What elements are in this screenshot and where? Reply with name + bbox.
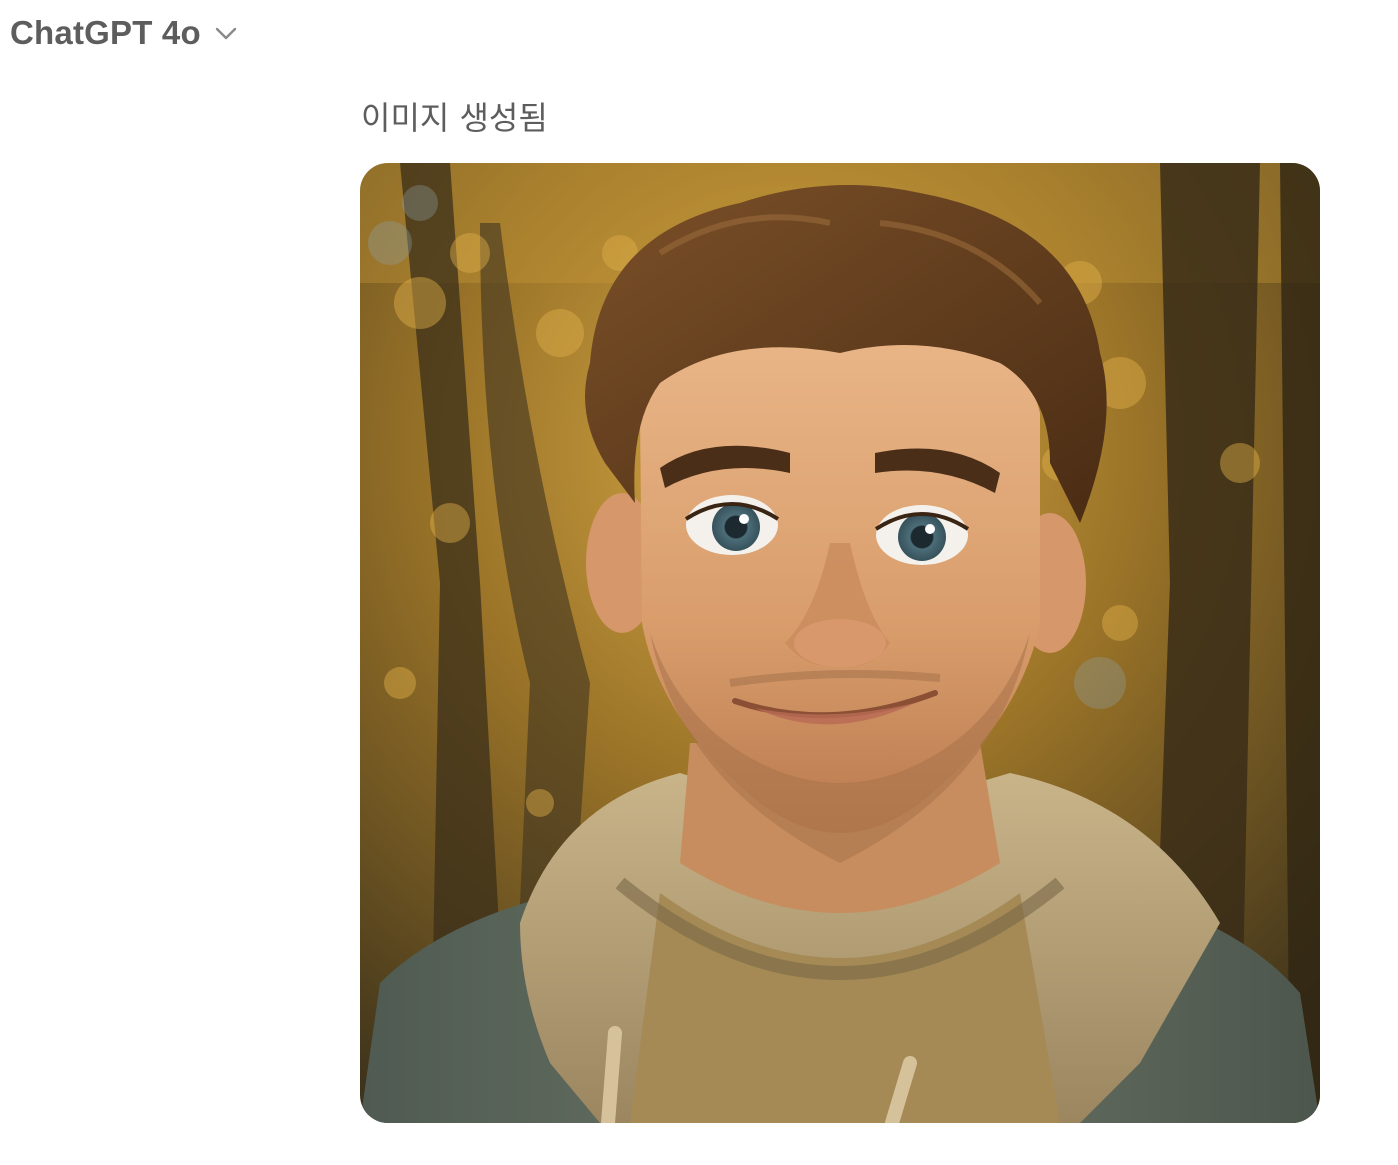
- model-name: ChatGPT 4o: [10, 14, 201, 51]
- portrait-illustration: [360, 163, 1320, 1123]
- model-switcher[interactable]: ChatGPT 4o: [10, 12, 241, 54]
- image-generated-status: 이미지 생성됨: [361, 99, 548, 137]
- generated-image[interactable]: [360, 163, 1320, 1123]
- chevron-down-icon: [215, 27, 237, 40]
